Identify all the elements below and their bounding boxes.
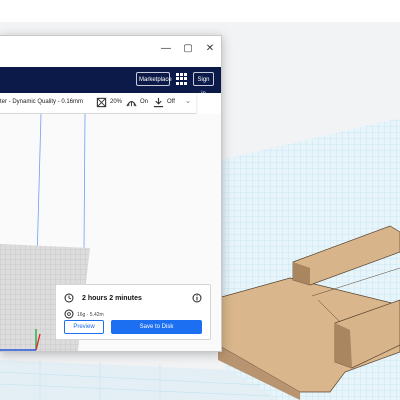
build-volume-edge bbox=[83, 114, 86, 250]
clock-icon bbox=[64, 293, 74, 303]
print-action-panel: 2 hours 2 minutes 16g · 5.42m Preview Sa… bbox=[55, 284, 211, 340]
minimize-button[interactable]: — bbox=[155, 37, 177, 59]
maximize-button[interactable]: ▢ bbox=[177, 37, 199, 59]
material-usage: 16g · 5.42m bbox=[77, 312, 104, 318]
adhesion-icon bbox=[153, 97, 164, 108]
preview-button[interactable]: Preview bbox=[64, 320, 104, 334]
support-icon bbox=[126, 101, 137, 107]
apps-grid-icon[interactable] bbox=[176, 73, 188, 85]
infill-icon bbox=[96, 97, 107, 108]
info-icon[interactable] bbox=[192, 293, 202, 303]
chevron-down-icon[interactable]: ⌄ bbox=[185, 97, 191, 105]
adhesion-value: Off bbox=[167, 99, 175, 105]
print-time: 2 hours 2 minutes bbox=[82, 295, 142, 302]
save-to-disk-button[interactable]: Save to Disk bbox=[111, 320, 202, 334]
slicer-window: — ▢ ✕ Marketplace Sign in ter - Dynamic … bbox=[0, 35, 222, 352]
print-settings-bar[interactable]: ter - Dynamic Quality - 0.16mm 20% On Of… bbox=[0, 93, 196, 114]
material-spool-icon bbox=[64, 309, 74, 319]
infill-value: 20% bbox=[110, 99, 123, 105]
marketplace-button[interactable]: Marketplace bbox=[136, 72, 172, 86]
signin-button[interactable]: Sign in bbox=[193, 72, 214, 97]
window-controls: — ▢ ✕ bbox=[155, 36, 221, 60]
close-button[interactable]: ✕ bbox=[199, 37, 221, 59]
app-header: Marketplace Sign in bbox=[0, 67, 221, 97]
support-value: On bbox=[140, 99, 149, 105]
print-profile-label: ter - Dynamic Quality - 0.16mm bbox=[0, 99, 84, 105]
